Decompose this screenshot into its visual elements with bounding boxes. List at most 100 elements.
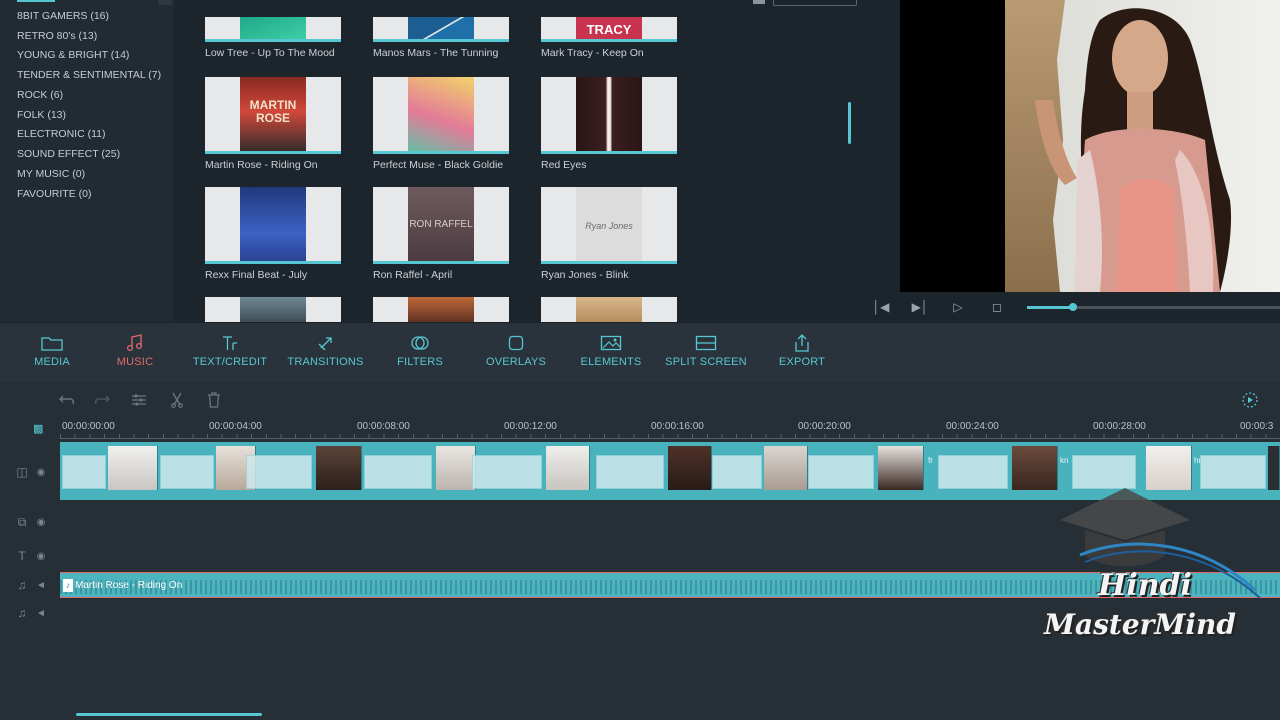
tab-export[interactable]: EXPORT: [772, 323, 832, 383]
transition-block[interactable]: [364, 455, 432, 489]
album-art: [240, 17, 306, 39]
tab-label: FILTERS: [397, 356, 443, 368]
video-clip[interactable]: [878, 446, 924, 490]
frame-forward-icon[interactable]: ▶│: [911, 299, 929, 315]
music-tile[interactable]: [541, 297, 677, 322]
category-item[interactable]: SOUND EFFECT (25): [17, 148, 120, 160]
album-art: [240, 187, 306, 261]
time-ruler[interactable]: 00:00:00:00 00:00:04:00 00:00:08:00 00:0…: [60, 418, 1280, 440]
music-title: Ron Raffel - April: [373, 269, 453, 281]
music-tile[interactable]: Rexx Final Beat - July: [205, 187, 341, 281]
transition-block[interactable]: [246, 455, 312, 489]
tab-transitions[interactable]: TRANSITIONS: [283, 323, 368, 383]
time-tick: 00:00:04:00: [209, 421, 262, 432]
speaker-icon[interactable]: ◄: [33, 577, 49, 593]
category-item[interactable]: FOLK (13): [17, 109, 66, 121]
preview-progress-knob[interactable]: [1068, 303, 1077, 311]
time-tick: 00:00:3: [1240, 421, 1274, 432]
music-tile[interactable]: RON RAFFEL Ron Raffel - April: [373, 187, 509, 281]
watermark-line-1: Hindi: [1098, 568, 1192, 603]
music-note-icon: [126, 334, 144, 352]
music-tile[interactable]: Manos Mars - The Tunning: [373, 17, 509, 59]
category-item[interactable]: YOUNG & BRIGHT (14): [17, 49, 129, 61]
video-clip[interactable]: [436, 446, 476, 490]
category-item[interactable]: RETRO 80's (13): [17, 30, 97, 42]
music-tile[interactable]: [373, 297, 509, 322]
video-clip[interactable]: [108, 446, 158, 490]
video-clip[interactable]: [546, 446, 590, 490]
render-preview-icon[interactable]: [1240, 391, 1260, 409]
category-item[interactable]: TENDER & SENTIMENTAL (7): [17, 69, 161, 81]
library-scrollbar[interactable]: [848, 102, 851, 144]
pip-track-icon: ⧉: [17, 514, 27, 529]
grid-view-icon[interactable]: [753, 0, 765, 4]
preview-frame-image: [1005, 0, 1280, 292]
transition-block[interactable]: [62, 455, 106, 489]
play-icon[interactable]: ▷: [949, 299, 967, 315]
undo-icon[interactable]: [57, 391, 77, 409]
redo-icon[interactable]: [92, 391, 112, 409]
music-tile[interactable]: Perfect Muse - Black Goldie: [373, 77, 509, 171]
video-clip[interactable]: [764, 446, 808, 490]
tab-split-screen[interactable]: SPLIT SCREEN: [664, 323, 748, 383]
skip-back-icon[interactable]: │◀: [872, 299, 890, 315]
album-art: RON RAFFEL: [408, 187, 474, 261]
music-tile[interactable]: [205, 297, 341, 322]
music-tile[interactable]: Ryan Jones Ryan Jones - Blink: [541, 187, 677, 281]
album-art: [408, 297, 474, 322]
tab-text-credit[interactable]: TEXT/CREDIT: [190, 323, 270, 383]
timeline-scrollbar[interactable]: [76, 713, 262, 716]
eye-icon[interactable]: ◉: [33, 548, 49, 564]
tab-label: OVERLAYS: [485, 356, 547, 368]
album-art: [576, 77, 642, 151]
eye-icon[interactable]: ◉: [33, 464, 49, 480]
watermark-logo: Hindi MasterMind: [1040, 480, 1270, 655]
snap-icon[interactable]: ▩: [33, 422, 45, 436]
category-item[interactable]: FAVOURITE (0): [17, 188, 91, 200]
video-editor-window: 8BIT GAMERS (16) RETRO 80's (13) YOUNG &…: [0, 0, 1280, 720]
transition-block[interactable]: [808, 455, 874, 489]
music-tile[interactable]: MARTIN ROSE Martin Rose - Riding On: [205, 77, 341, 171]
music-tile[interactable]: Red Eyes: [541, 77, 677, 171]
transition-block[interactable]: [712, 455, 762, 489]
tab-filters[interactable]: FILTERS: [390, 323, 450, 383]
time-tick: 00:00:28:00: [1093, 421, 1146, 432]
transition-block[interactable]: [160, 455, 214, 489]
stop-icon[interactable]: ◻: [988, 299, 1006, 315]
tab-label: SPLIT SCREEN: [665, 356, 747, 368]
transition-block[interactable]: [472, 455, 542, 489]
album-art: [408, 77, 474, 151]
tab-label: MUSIC: [116, 356, 154, 368]
album-art: [576, 297, 642, 322]
tab-overlays[interactable]: OVERLAYS: [480, 323, 552, 383]
category-item[interactable]: ROCK (6): [17, 89, 63, 101]
album-art: TRACY: [576, 17, 642, 39]
tab-elements[interactable]: ELEMENTS: [576, 323, 646, 383]
tab-label: MEDIA: [34, 356, 70, 368]
adjust-icon[interactable]: [129, 391, 149, 409]
cut-icon[interactable]: [167, 391, 187, 409]
album-thumbnail: RON RAFFEL: [373, 187, 509, 264]
category-item[interactable]: MY MUSIC (0): [17, 168, 85, 180]
transition-block[interactable]: [938, 455, 1008, 489]
tab-media[interactable]: MEDIA: [22, 323, 82, 383]
preview-progress-bar[interactable]: [1027, 303, 1280, 311]
music-tile[interactable]: TRACY Mark Tracy - Keep On: [541, 17, 677, 59]
music-title: Manos Mars - The Tunning: [373, 47, 499, 59]
video-clip[interactable]: [316, 446, 362, 490]
text-track-header: T ◉: [0, 546, 58, 566]
video-clip[interactable]: [668, 446, 712, 490]
category-item[interactable]: ELECTRONIC (11): [17, 128, 106, 140]
sort-dropdown[interactable]: [773, 0, 857, 6]
category-item[interactable]: 8BIT GAMERS (16): [17, 10, 109, 22]
music-tile[interactable]: Low Tree - Up To The Mood: [205, 17, 341, 59]
tab-music[interactable]: MUSIC: [105, 323, 165, 383]
delete-icon[interactable]: [204, 391, 224, 409]
speaker-icon[interactable]: ◄: [33, 605, 49, 621]
album-thumbnail: [541, 297, 677, 322]
eye-icon[interactable]: ◉: [33, 514, 49, 530]
collapse-handle[interactable]: [158, 0, 172, 5]
overlays-icon: [507, 334, 525, 352]
transition-block[interactable]: [596, 455, 664, 489]
music-title: Rexx Final Beat - July: [205, 269, 308, 281]
